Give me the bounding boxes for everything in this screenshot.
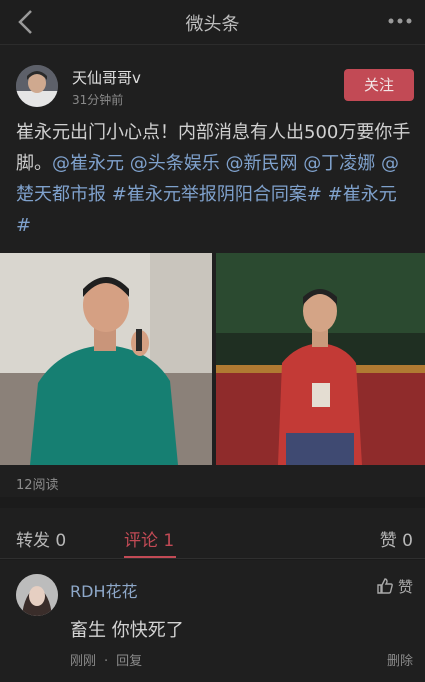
follow-button[interactable]: 关注 [344,69,414,101]
post-card: 天仙哥哥v 31分钟前 关注 崔永元出门小心点！内部消息有人出500万要你手脚。… [0,45,425,497]
commenter-name[interactable]: RDH花花 [70,578,137,602]
commenter-avatar[interactable] [16,574,58,616]
active-tab-indicator [124,556,176,558]
mention-link[interactable]: @头条娱乐 [130,153,220,174]
mention-link[interactable]: @丁凌娜 [303,153,375,174]
separator-dot: · [104,654,109,669]
comment-text: 畜生 你快死了 [70,620,184,641]
author-avatar[interactable] [16,65,58,107]
post-text: 崔永元出门小心点！内部消息有人出500万要你手脚。@崔永元 @头条娱乐 @新民网… [16,117,411,241]
tab-likes[interactable]: 赞 0 [380,526,413,551]
author-name[interactable]: 天仙哥哥v [72,67,141,88]
comment-reply-button[interactable]: 回复 [116,654,142,669]
mention-link[interactable]: @崔永元 [52,153,124,174]
comment-time: 刚刚 [70,654,97,669]
mention-link[interactable]: @新民网 [225,153,297,174]
top-bar: 微头条 [0,0,425,45]
post-image-2[interactable] [216,253,425,465]
post-time: 31分钟前 [72,93,124,107]
read-count: 12阅读 [16,478,59,493]
comment-like-button[interactable]: 赞 [376,576,413,597]
tab-comments[interactable]: 评论 1 [124,526,174,551]
hashtag-link[interactable]: #崔永元举报阴阳合同案# [112,184,322,205]
comment-meta: 刚刚 · 回复 [70,650,142,669]
comment-item: RDH花花 赞 畜生 你快死了 刚刚 · 回复 删除 [0,560,425,682]
tab-repost[interactable]: 转发 0 [16,526,66,551]
tab-bar: 转发 0 评论 1 赞 0 [0,508,425,559]
comment-like-label: 赞 [397,578,413,596]
page-title: 微头条 [185,14,240,35]
more-dots-icon[interactable] [387,17,413,25]
comment-delete-button[interactable]: 删除 [387,650,413,669]
post-image-1[interactable] [0,253,212,465]
thumbs-up-icon [377,578,393,594]
